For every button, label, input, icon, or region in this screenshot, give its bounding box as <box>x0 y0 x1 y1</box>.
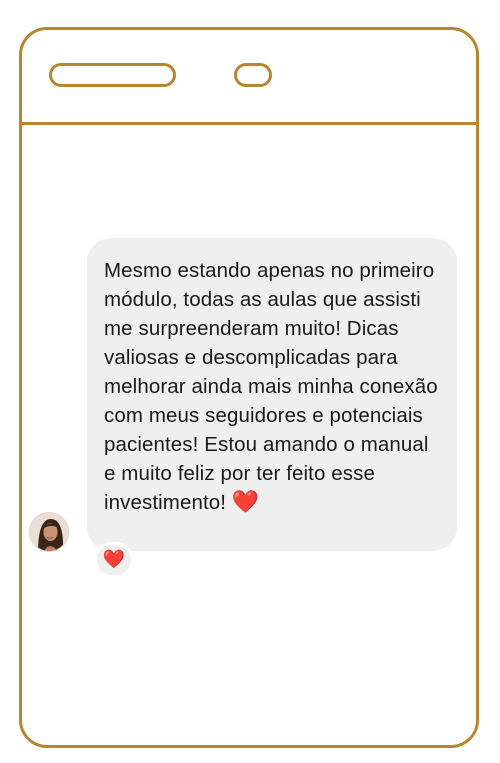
heart-emoji-icon: ❤️ <box>231 490 260 515</box>
heart-reaction-badge[interactable]: ❤️ <box>94 542 134 578</box>
avatar[interactable] <box>29 512 69 552</box>
phone-frame: Mesmo estando apenas no primeiro módulo,… <box>19 27 479 748</box>
message-body: Mesmo estando apenas no primeiro módulo,… <box>104 259 438 514</box>
speaker-slot <box>49 63 176 87</box>
message-text: Mesmo estando apenas no primeiro módulo,… <box>104 256 443 517</box>
avatar-portrait-icon <box>30 513 68 551</box>
message-bubble: Mesmo estando apenas no primeiro módulo,… <box>87 238 457 551</box>
heart-reaction-icon: ❤️ <box>102 549 126 570</box>
phone-top-bar <box>22 30 476 125</box>
camera-slot <box>234 63 272 87</box>
